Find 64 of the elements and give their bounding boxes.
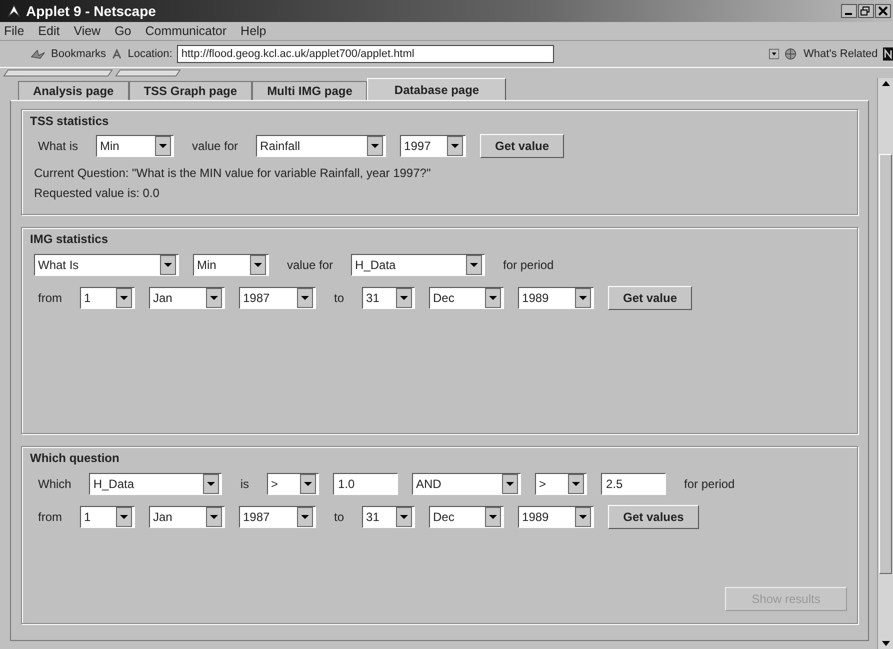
dropdown[interactable]: H_Data	[351, 254, 486, 276]
dropdown[interactable]: Min	[193, 254, 269, 276]
scrollbar-thumb[interactable]	[879, 154, 892, 574]
menu-item[interactable]: Go	[114, 24, 132, 38]
menu-item[interactable]: Communicator	[145, 24, 227, 38]
dropdown[interactable]: 31	[362, 506, 416, 528]
maximize-icon[interactable]	[858, 4, 874, 18]
field-label: from	[37, 291, 63, 305]
info-text: Requested value is: 0.0	[34, 186, 160, 200]
menu-item[interactable]: File	[4, 24, 24, 38]
dropdown[interactable]: 1	[80, 287, 135, 309]
dropdown[interactable]: >	[267, 473, 320, 495]
menu-item[interactable]: Help	[240, 24, 266, 38]
field-label: Which	[37, 477, 72, 491]
close-icon[interactable]	[875, 4, 891, 18]
field-label: value for	[191, 139, 240, 153]
get-value-button[interactable]: Get value	[608, 286, 692, 310]
field-label: for period	[502, 258, 555, 272]
dropdown[interactable]: 1987	[239, 287, 316, 309]
location-label: Location:	[128, 48, 172, 60]
dropdown[interactable]: >	[535, 473, 588, 495]
minimize-icon[interactable]	[841, 4, 857, 18]
tab[interactable]: TSS Graph page	[128, 81, 252, 100]
menu-item[interactable]: View	[74, 24, 101, 38]
menu-item[interactable]: Edit	[38, 24, 60, 38]
field-label: What is	[37, 139, 80, 153]
dropdown[interactable]: Rainfall	[256, 135, 386, 157]
field-label: to	[333, 510, 346, 524]
dropdown[interactable]: What Is	[34, 254, 179, 276]
field-label: for period	[683, 477, 736, 491]
dropdown[interactable]: Jan	[149, 506, 225, 528]
window-title: Applet 9 - Netscape	[26, 3, 157, 19]
tab[interactable]: Multi IMG page	[252, 81, 368, 100]
dropdown[interactable]: AND	[412, 473, 522, 495]
dropdown[interactable]: 1989	[518, 287, 594, 309]
get-value-button[interactable]: Get value	[480, 134, 564, 158]
input-field[interactable]: 1.0	[333, 473, 398, 495]
tab[interactable]: Database page	[367, 78, 506, 100]
field-label: value for	[286, 258, 334, 272]
dropdown[interactable]: Dec	[429, 506, 504, 528]
field-label: is	[239, 477, 250, 491]
scrollbar[interactable]	[877, 78, 893, 649]
dropdown[interactable]: Min	[96, 135, 174, 157]
bookmarks-label[interactable]: Bookmarks	[51, 48, 106, 60]
field-label: from	[37, 510, 63, 524]
dropdown[interactable]: 1	[80, 506, 135, 528]
tab[interactable]: Analysis page	[18, 81, 129, 100]
dropdown[interactable]: 1987	[239, 506, 316, 528]
get-value-button[interactable]: Get values	[608, 505, 700, 529]
input-field[interactable]: 2.5	[601, 473, 666, 495]
field-label: to	[333, 291, 346, 305]
info-text: Current Question: "What is the MIN value for variable Rainfall, year 1997?"	[34, 166, 432, 180]
dropdown[interactable]: 1997	[400, 135, 466, 157]
dropdown[interactable]: Dec	[429, 287, 504, 309]
dropdown[interactable]: H_Data	[89, 473, 222, 495]
url-field[interactable]: http://flood.geog.kcl.ac.uk/applet700/applet.html	[177, 45, 554, 63]
panel-title: TSS statistics	[30, 114, 110, 128]
toolbar-grip-icon[interactable]	[2, 69, 182, 77]
panel-title: Which question	[30, 451, 120, 465]
dropdown[interactable]: Jan	[149, 287, 225, 309]
dropdown[interactable]: 1989	[518, 506, 594, 528]
whats-related-label[interactable]: What's Related	[804, 48, 878, 60]
dropdown[interactable]: 31	[362, 287, 416, 309]
panel-title: IMG statistics	[30, 232, 110, 246]
